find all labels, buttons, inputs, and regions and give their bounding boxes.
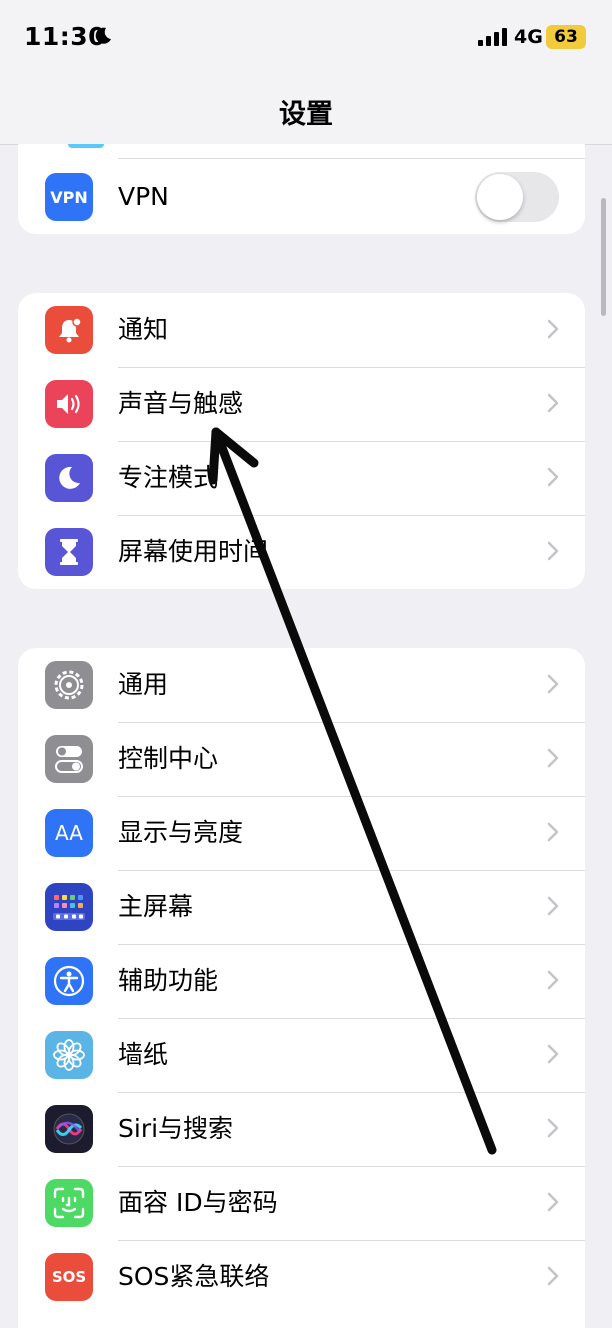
row-label: 屏幕使用时间 [118, 537, 269, 566]
chevron-right-icon [547, 1118, 559, 1138]
scrolled-icon-edge [68, 144, 104, 148]
settings-row-vpn[interactable]: VPN VPN [18, 160, 585, 234]
flower-icon [45, 1031, 93, 1079]
speaker-icon [45, 380, 93, 428]
settings-row-notifications[interactable]: 通知 [18, 293, 585, 367]
scroll-indicator[interactable] [601, 198, 606, 316]
toggle-knob [477, 174, 523, 220]
status-bar: 11:30 4G 63 [0, 0, 612, 78]
hourglass-icon [45, 528, 93, 576]
row-label: SOS紧急联络 [118, 1262, 270, 1291]
chevron-right-icon [547, 674, 559, 694]
settings-row-wallpaper[interactable]: 墙纸 [18, 1018, 585, 1092]
settings-row-emergency-sos[interactable]: SOS SOS紧急联络 [18, 1240, 585, 1314]
bell-badge-icon [45, 306, 93, 354]
row-label: 控制中心 [118, 744, 219, 773]
row-label: 声音与触感 [118, 389, 244, 418]
row-label: 通用 [118, 670, 169, 699]
chevron-right-icon [547, 1192, 559, 1212]
chevron-right-icon [547, 970, 559, 990]
face-id-icon [45, 1179, 93, 1227]
siri-icon [45, 1105, 93, 1153]
chevron-right-icon [547, 1266, 559, 1286]
settings-row-accessibility[interactable]: 辅助功能 [18, 944, 585, 1018]
row-label: Siri与搜索 [118, 1114, 234, 1143]
row-label: 通知 [118, 315, 169, 344]
network-type: 4G [514, 26, 543, 48]
row-label: 辅助功能 [118, 966, 219, 995]
settings-row-control-center[interactable]: 控制中心 [18, 722, 585, 796]
chevron-right-icon [547, 1044, 559, 1064]
settings-group-general: 通用 控制中心 AA 显示与亮度 主屏幕 辅助功能 墙纸 Siri与搜索 面容 … [18, 648, 585, 1328]
chevron-right-icon [547, 541, 559, 561]
settings-group-focus: 通知 声音与触感 专注模式 屏幕使用时间 [18, 293, 585, 589]
moon-icon [45, 454, 93, 502]
chevron-right-icon [547, 467, 559, 487]
settings-group-network: VPN VPN [18, 144, 585, 234]
chevron-right-icon [547, 822, 559, 842]
text-size-icon: AA [45, 809, 93, 857]
page-title: 设置 [279, 99, 333, 130]
chevron-right-icon [547, 319, 559, 339]
home-grid-icon [45, 883, 93, 931]
row-label: 显示与亮度 [118, 818, 244, 847]
settings-row-screen-time[interactable]: 屏幕使用时间 [18, 515, 585, 589]
chevron-right-icon [547, 896, 559, 916]
settings-row-focus[interactable]: 专注模式 [18, 441, 585, 515]
row-label: 专注模式 [118, 463, 219, 492]
battery-indicator: 63 [546, 25, 586, 49]
settings-row-sounds[interactable]: 声音与触感 [18, 367, 585, 441]
accessibility-icon [45, 957, 93, 1005]
moon-icon [95, 27, 111, 44]
divider [118, 158, 585, 159]
vpn-icon: VPN [45, 173, 93, 221]
navigation-bar: 设置 [0, 78, 612, 145]
switches-icon [45, 735, 93, 783]
divider [118, 1018, 585, 1019]
settings-row-general[interactable]: 通用 [18, 648, 585, 722]
row-label: 主屏幕 [118, 892, 194, 921]
settings-row-siri[interactable]: Siri与搜索 [18, 1092, 585, 1166]
row-label: VPN [118, 182, 169, 211]
vpn-toggle[interactable] [475, 172, 559, 222]
cellular-signal-icon [478, 28, 508, 46]
gear-icon [45, 661, 93, 709]
settings-row-display[interactable]: AA 显示与亮度 [18, 796, 585, 870]
row-label: 面容 ID与密码 [118, 1188, 278, 1217]
sos-icon: SOS [45, 1253, 93, 1301]
chevron-right-icon [547, 393, 559, 413]
settings-row-face-id[interactable]: 面容 ID与密码 [18, 1166, 585, 1240]
row-label: 墙纸 [118, 1040, 169, 1069]
chevron-right-icon [547, 748, 559, 768]
settings-row-home-screen[interactable]: 主屏幕 [18, 870, 585, 944]
